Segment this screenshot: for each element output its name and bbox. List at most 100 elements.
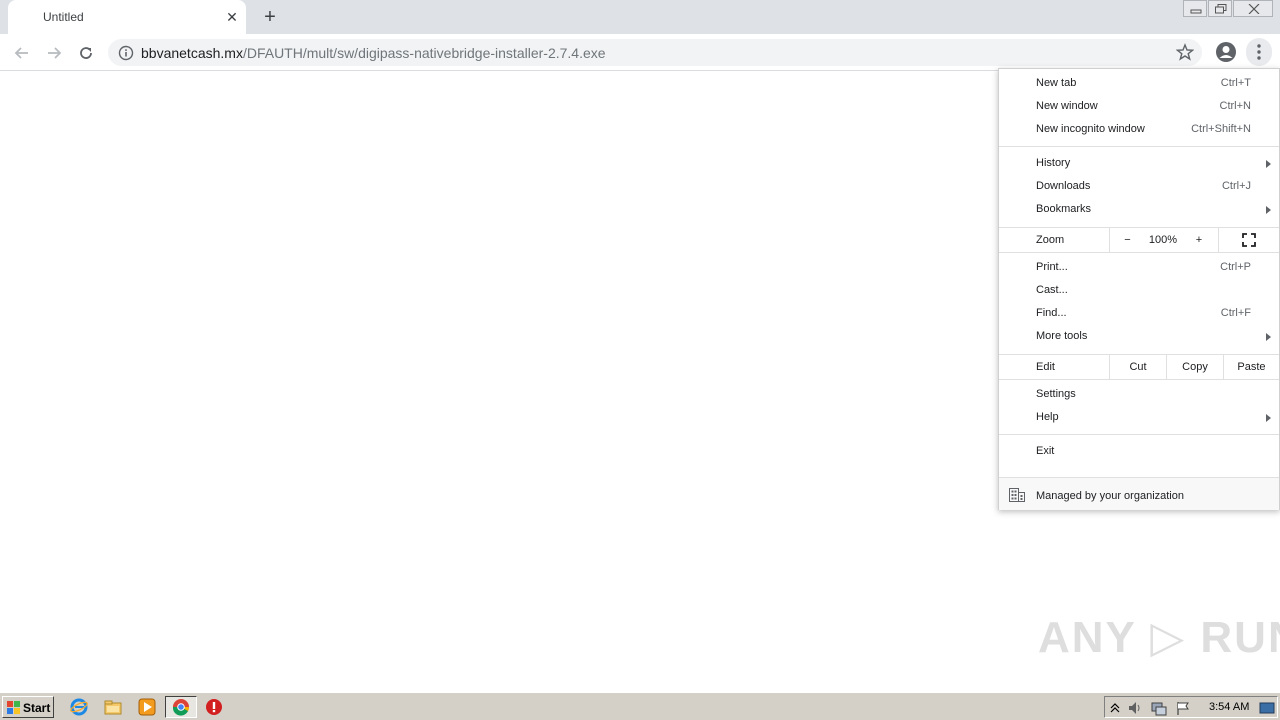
zoom-label: Zoom — [1036, 234, 1065, 246]
taskbar-clock[interactable]: 3:54 AM — [1209, 701, 1249, 713]
menu-label: Print... — [1036, 261, 1068, 273]
menu-item-cast[interactable]: Cast... — [999, 280, 1279, 303]
start-label: Start — [23, 701, 51, 715]
menu-shortcut: Ctrl+T — [1220, 77, 1251, 89]
back-arrow-icon — [14, 47, 28, 59]
menu-label: Cast... — [1036, 284, 1068, 296]
menu-label: New incognito window — [1036, 123, 1145, 135]
menu-label: Settings — [1036, 388, 1076, 400]
tab-strip: Untitled ✕ + — [0, 0, 1280, 34]
minimize-window-button[interactable] — [1183, 0, 1207, 17]
chrome-icon — [172, 699, 190, 716]
menu-label: Bookmarks — [1036, 203, 1092, 215]
forward-arrow-icon — [48, 47, 62, 59]
bookmark-star-icon[interactable] — [1176, 43, 1194, 61]
zoom-in-button[interactable]: + — [1181, 228, 1217, 252]
chrome-main-menu: New tab Ctrl+T New window Ctrl+N New inc… — [998, 68, 1280, 510]
url-path: /DFAUTH/mult/sw/digipass-nativebridge-in… — [242, 45, 606, 61]
menu-shortcut: Ctrl+Shift+N — [1191, 123, 1251, 135]
back-button[interactable] — [10, 41, 34, 65]
menu-shortcut: Ctrl+J — [1221, 180, 1251, 192]
fullscreen-button[interactable] — [1218, 228, 1279, 252]
menu-label: History — [1036, 157, 1071, 169]
menu-label: New tab — [1036, 77, 1077, 89]
restore-icon — [1215, 4, 1227, 14]
submenu-arrow-icon — [1266, 206, 1271, 214]
internet-explorer-icon[interactable] — [70, 698, 88, 716]
system-tray: 3:54 AM — [1104, 696, 1278, 718]
tab-title: Untitled — [43, 10, 84, 24]
tab-untitled[interactable]: Untitled ✕ — [8, 0, 246, 34]
restore-window-button[interactable] — [1208, 0, 1232, 17]
volume-icon[interactable] — [1127, 700, 1143, 716]
menu-label: New window — [1036, 100, 1098, 112]
reload-button[interactable] — [74, 41, 98, 65]
building-icon — [1009, 488, 1025, 502]
menu-item-help[interactable]: Help — [999, 407, 1279, 430]
fullscreen-icon — [1242, 233, 1256, 247]
menu-item-exit[interactable]: Exit — [999, 441, 1279, 464]
anyrun-watermark: ANY ▷ RUN — [1038, 613, 1280, 662]
menu-row-zoom: Zoom − 100% + — [999, 228, 1279, 252]
info-icon[interactable] — [118, 45, 134, 61]
profile-avatar-icon[interactable] — [1214, 40, 1238, 64]
zoom-out-button[interactable]: − — [1109, 228, 1145, 252]
reload-icon — [80, 47, 92, 59]
chrome-taskbar-button[interactable] — [165, 696, 197, 718]
network-icon[interactable] — [1151, 700, 1167, 716]
forward-button[interactable] — [42, 41, 66, 65]
submenu-arrow-icon — [1266, 414, 1271, 422]
menu-item-find[interactable]: Find... Ctrl+F — [999, 303, 1279, 326]
menu-item-downloads[interactable]: Downloads Ctrl+J — [999, 176, 1279, 199]
menu-shortcut: Ctrl+N — [1219, 100, 1251, 112]
close-icon — [1248, 4, 1260, 14]
menu-shortcut: Ctrl+P — [1220, 261, 1251, 273]
menu-label: Managed by your organization — [1036, 490, 1184, 502]
menu-item-history[interactable]: History — [999, 153, 1279, 176]
menu-label: Help — [1036, 411, 1059, 423]
chrome-menu-button[interactable] — [1246, 38, 1272, 66]
url-text[interactable]: bbvanetcash.mx/DFAUTH/mult/sw/digipass-n… — [141, 45, 606, 61]
menu-item-more-tools[interactable]: More tools — [999, 326, 1279, 349]
cut-button[interactable]: Cut — [1109, 355, 1166, 379]
file-explorer-icon[interactable] — [104, 698, 122, 716]
menu-item-print[interactable]: Print... Ctrl+P — [999, 257, 1279, 280]
menu-item-new-tab[interactable]: New tab Ctrl+T — [999, 73, 1279, 96]
close-tab-icon[interactable]: ✕ — [224, 9, 240, 25]
media-player-icon[interactable] — [138, 698, 156, 716]
paste-button[interactable]: Paste — [1223, 355, 1279, 379]
zoom-level: 100% — [1148, 234, 1178, 246]
menu-separator — [999, 146, 1279, 147]
menu-item-new-window[interactable]: New window Ctrl+N — [999, 96, 1279, 119]
edit-label: Edit — [1036, 361, 1055, 373]
menu-row-edit: Edit Cut Copy Paste — [999, 355, 1279, 379]
copy-button[interactable]: Copy — [1166, 355, 1223, 379]
browser-toolbar: bbvanetcash.mx/DFAUTH/mult/sw/digipass-n… — [0, 34, 1280, 71]
menu-label: Downloads — [1036, 180, 1091, 192]
menu-item-new-incognito-window[interactable]: New incognito window Ctrl+Shift+N — [999, 119, 1279, 142]
menu-separator — [999, 252, 1279, 253]
opera-stop-icon[interactable] — [205, 698, 223, 716]
menu-label: Find... — [1036, 307, 1067, 319]
submenu-arrow-icon — [1266, 333, 1271, 341]
minimize-icon — [1190, 9, 1202, 14]
new-tab-plus-icon[interactable]: + — [260, 7, 280, 27]
menu-item-managed[interactable]: Managed by your organization — [999, 477, 1279, 510]
menu-item-bookmarks[interactable]: Bookmarks — [999, 199, 1279, 222]
menu-separator — [999, 379, 1279, 380]
menu-label: Exit — [1036, 445, 1055, 457]
show-hidden-icons-chevron-icon[interactable] — [1109, 700, 1125, 716]
three-dots-vertical-icon — [1257, 44, 1261, 60]
show-desktop-icon[interactable] — [1259, 700, 1275, 716]
menu-item-settings[interactable]: Settings — [999, 384, 1279, 407]
url-host: bbvanetcash.mx — [141, 45, 243, 61]
close-window-button[interactable] — [1233, 0, 1273, 17]
action-center-flag-icon[interactable] — [1175, 700, 1191, 716]
submenu-arrow-icon — [1266, 160, 1271, 168]
windows-flag-icon — [7, 701, 20, 714]
menu-shortcut: Ctrl+F — [1220, 307, 1251, 319]
menu-label: More tools — [1036, 330, 1088, 342]
start-button[interactable]: Start — [2, 696, 54, 718]
menu-separator — [999, 434, 1279, 435]
address-bar[interactable]: bbvanetcash.mx/DFAUTH/mult/sw/digipass-n… — [108, 39, 1202, 66]
